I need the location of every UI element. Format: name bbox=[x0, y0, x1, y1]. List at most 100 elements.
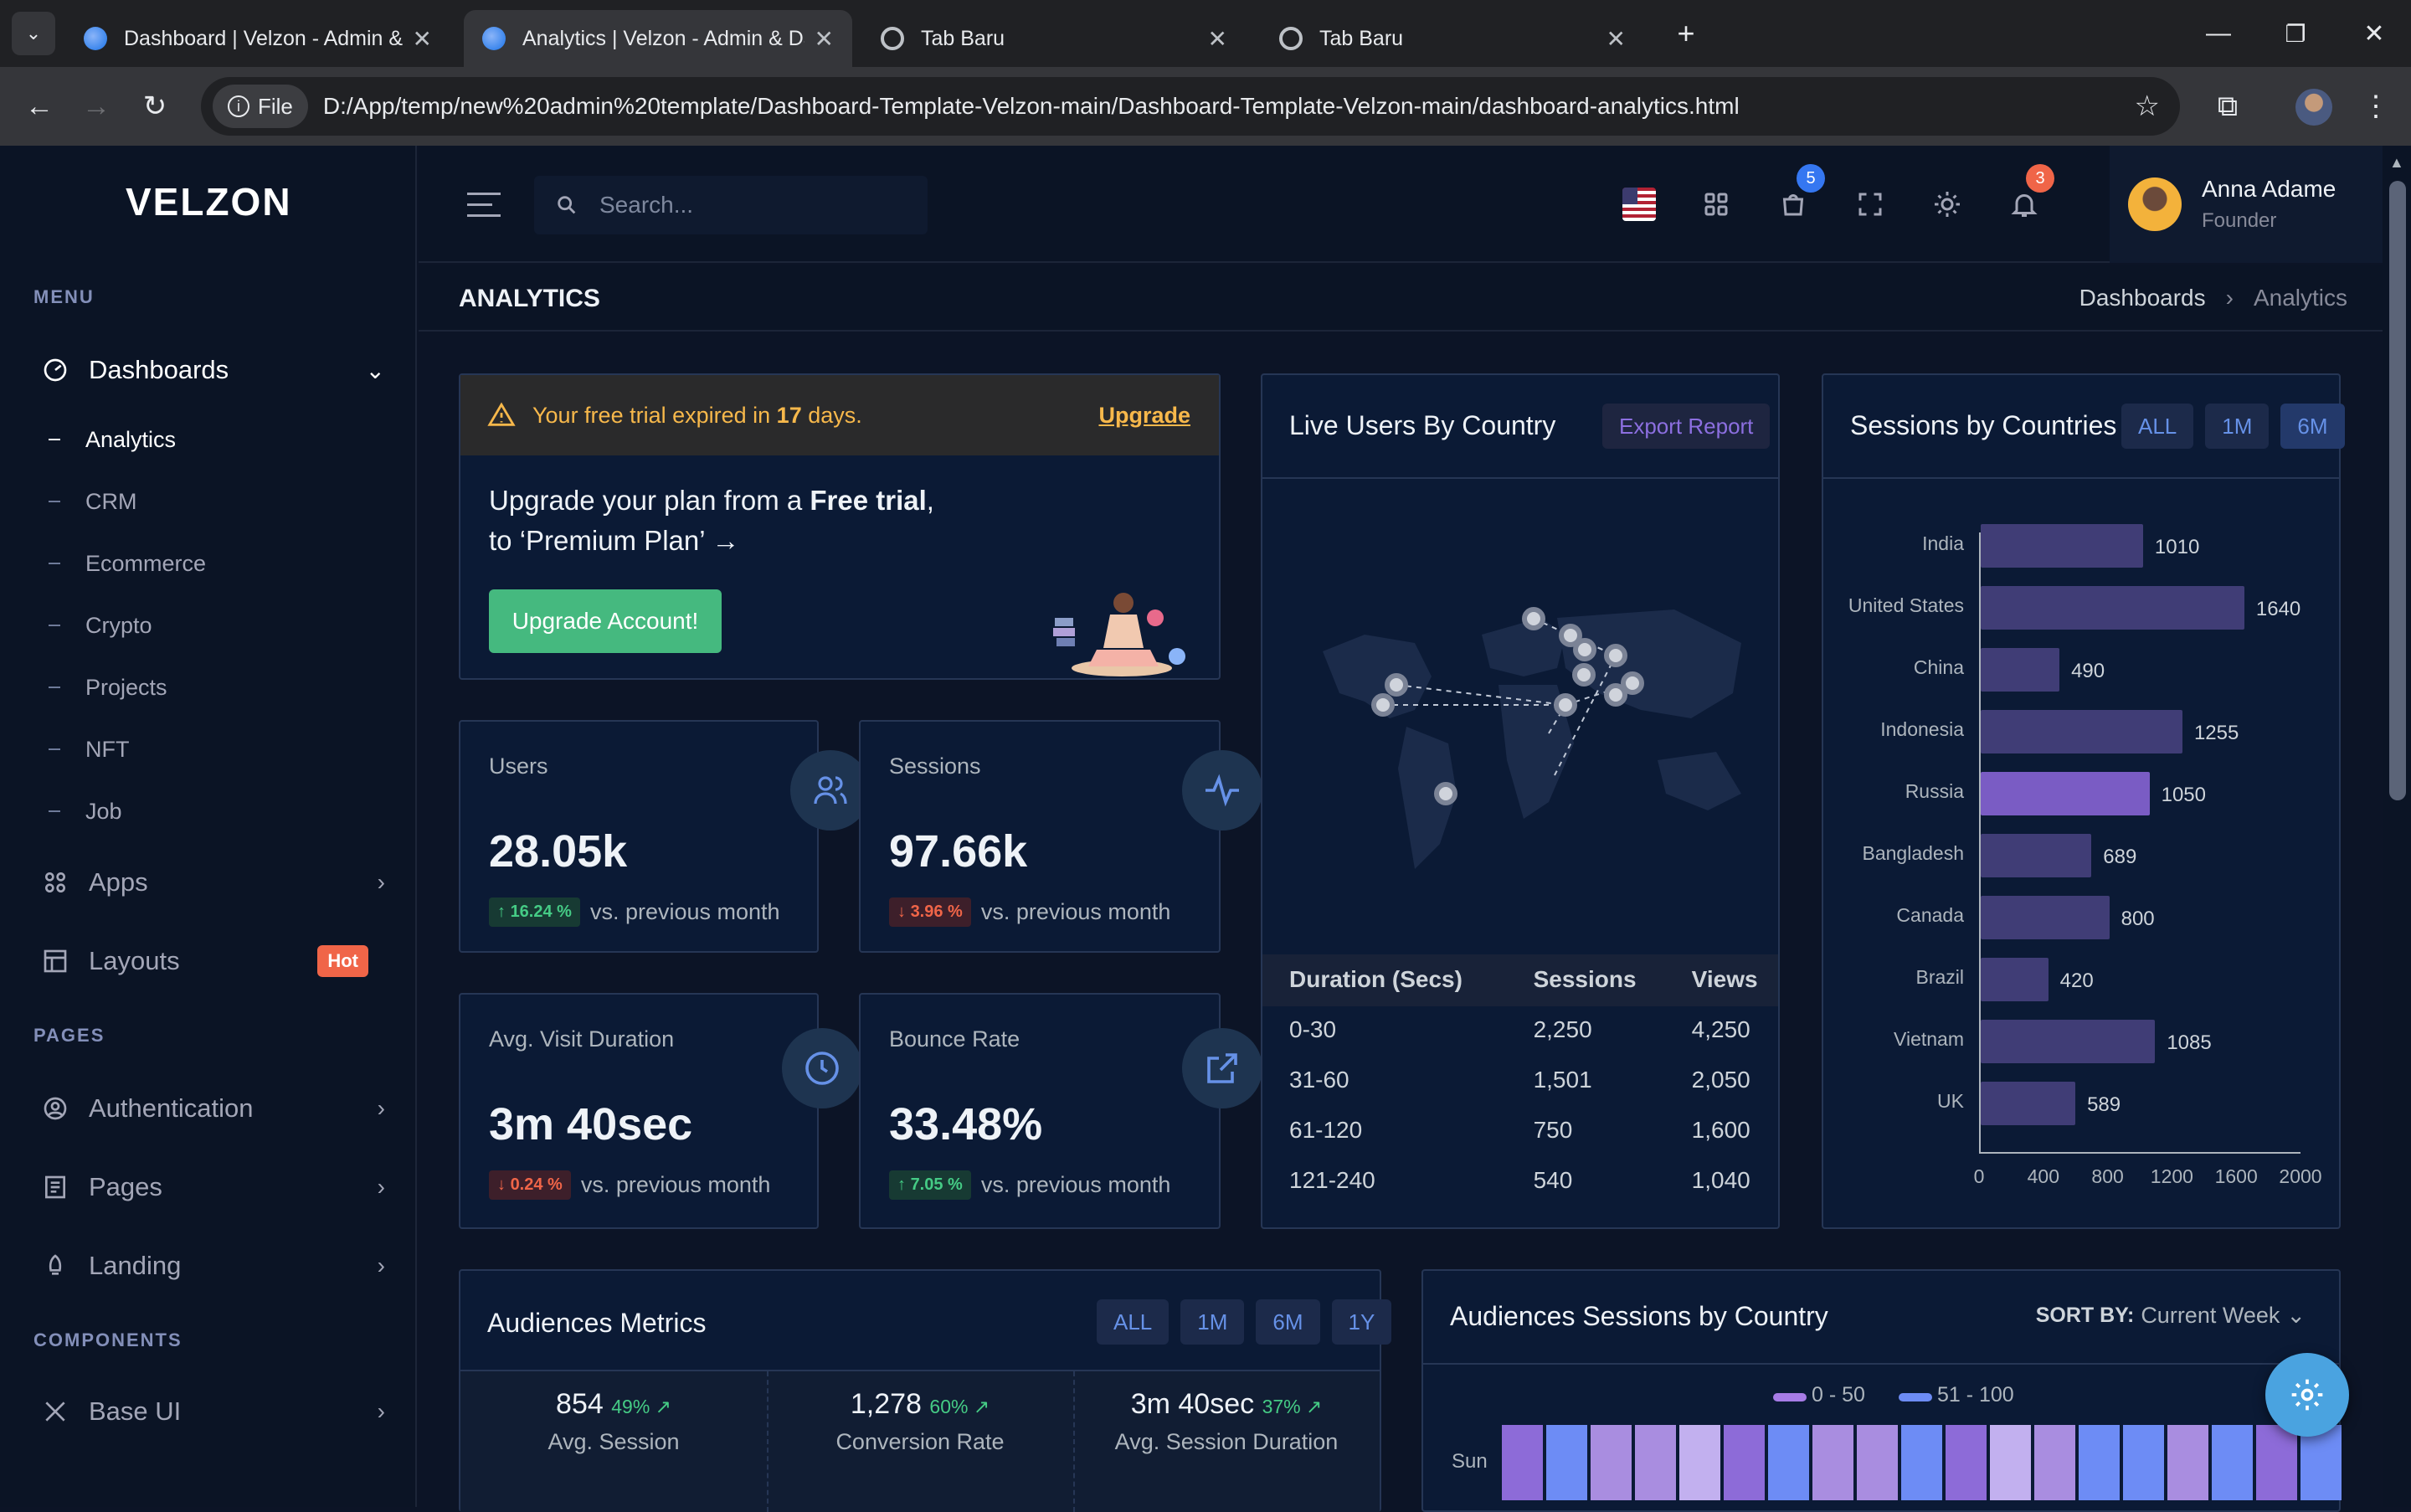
heatmap-cell[interactable] bbox=[1857, 1425, 1898, 1500]
pencil-ruler-icon bbox=[42, 1398, 69, 1425]
heatmap-cell[interactable] bbox=[1502, 1425, 1543, 1500]
velzon-logo[interactable]: VELZON bbox=[126, 179, 292, 224]
bar-data-label: 800 bbox=[2121, 908, 2155, 930]
browser-tab-dashboard[interactable]: Dashboard | Velzon - Admin & Dashboard T… bbox=[65, 10, 450, 67]
upgrade-link[interactable]: Upgrade bbox=[1098, 403, 1190, 429]
sidebar-item-dashboards[interactable]: Dashboards ⌄ bbox=[42, 345, 385, 395]
bar-canada[interactable] bbox=[1981, 896, 2110, 939]
sidebar-subitem-ecommerce[interactable]: Ecommerce bbox=[49, 543, 206, 584]
bar-vietnam[interactable] bbox=[1981, 1020, 2156, 1063]
reload-icon[interactable]: ↻ bbox=[134, 85, 176, 127]
heatmap-cell[interactable] bbox=[2123, 1425, 2164, 1500]
sidebar-item-layouts[interactable]: Layouts Hot bbox=[42, 936, 385, 986]
filter-1y-button[interactable]: 1Y bbox=[1331, 1299, 1392, 1345]
sidebar-item-authentication[interactable]: Authentication › bbox=[42, 1083, 385, 1134]
us-flag-icon[interactable] bbox=[1622, 188, 1656, 221]
filter-all-button[interactable]: ALL bbox=[1097, 1299, 1170, 1345]
heatmap-cell[interactable] bbox=[2212, 1425, 2253, 1500]
browser-tab-analytics[interactable]: Analytics | Velzon - Admin & Dashboard T… bbox=[464, 10, 852, 67]
sidebar-subitem-crypto[interactable]: Crypto bbox=[49, 604, 152, 646]
sidebar-subitem-job[interactable]: Job bbox=[49, 790, 122, 832]
filter-1m-button[interactable]: 1M bbox=[1180, 1299, 1245, 1345]
close-tab-icon[interactable]: ✕ bbox=[413, 25, 432, 53]
x-tick-label: 1600 bbox=[2214, 1165, 2258, 1187]
export-report-button[interactable]: Export Report bbox=[1602, 404, 1771, 449]
bar-united-states[interactable] bbox=[1981, 586, 2244, 630]
bar-china[interactable] bbox=[1981, 648, 2060, 692]
heatmap-cell[interactable] bbox=[2034, 1425, 2075, 1500]
breadcrumb-dashboards[interactable]: Dashboards bbox=[2079, 285, 2206, 311]
search-input[interactable]: Search... bbox=[599, 192, 693, 219]
filter-6m-button[interactable]: 6M bbox=[1256, 1299, 1320, 1345]
bar-data-label: 420 bbox=[2059, 969, 2094, 992]
apps-grid-icon[interactable] bbox=[1698, 186, 1735, 223]
profile-avatar[interactable] bbox=[2295, 89, 2332, 126]
bar-india[interactable] bbox=[1981, 524, 2143, 568]
close-tab-icon[interactable]: ✕ bbox=[1606, 25, 1626, 53]
scrollbar-thumb[interactable] bbox=[2389, 181, 2406, 800]
sidebar-subitem-analytics[interactable]: Analytics bbox=[49, 419, 176, 460]
heatmap-cell[interactable] bbox=[1990, 1425, 2031, 1500]
bookmark-star-icon[interactable]: ☆ bbox=[2135, 90, 2160, 123]
change-badge-down: ↓ 0.24 % bbox=[489, 1170, 571, 1200]
site-info-chip[interactable]: i File bbox=[213, 85, 308, 128]
sidebar-item-pages[interactable]: Pages › bbox=[42, 1162, 385, 1212]
heatmap-legend: 0 - 50 51 - 100 bbox=[1773, 1383, 2014, 1407]
new-tab-icon[interactable]: + bbox=[1668, 15, 1704, 52]
user-profile[interactable]: Anna Adame Founder bbox=[2110, 146, 2383, 263]
upgrade-account-button[interactable]: Upgrade Account! bbox=[489, 589, 722, 653]
bar-indonesia[interactable] bbox=[1981, 710, 2182, 753]
heatmap-cell[interactable] bbox=[2167, 1425, 2208, 1500]
theme-sun-icon[interactable] bbox=[1929, 186, 1966, 223]
sidebar-subitem-crm[interactable]: CRM bbox=[49, 481, 137, 522]
customizer-settings-button[interactable] bbox=[2265, 1353, 2349, 1437]
forward-icon[interactable]: → bbox=[75, 85, 117, 127]
sidebar-item-landing[interactable]: Landing › bbox=[42, 1241, 385, 1291]
bar-data-label: 1010 bbox=[2154, 536, 2200, 558]
bar-russia[interactable] bbox=[1981, 772, 2150, 815]
restore-icon[interactable]: ❐ bbox=[2270, 17, 2321, 50]
heatmap-cell[interactable] bbox=[1635, 1425, 1676, 1500]
hamburger-icon[interactable] bbox=[467, 193, 501, 218]
sidebar-subitem-projects[interactable]: Projects bbox=[49, 666, 167, 708]
rocket-icon bbox=[42, 1252, 69, 1279]
heatmap-cell[interactable] bbox=[1946, 1425, 1987, 1500]
address-bar[interactable]: i File D:/App/temp/new%20admin%20templat… bbox=[201, 77, 2180, 136]
heatmap-cell[interactable] bbox=[1901, 1425, 1942, 1500]
fullscreen-icon[interactable] bbox=[1852, 186, 1889, 223]
heatmap-cell[interactable] bbox=[1812, 1425, 1853, 1500]
heatmap-cell[interactable] bbox=[2079, 1425, 2120, 1500]
minimize-icon[interactable]: — bbox=[2193, 17, 2244, 50]
heatmap-cell[interactable] bbox=[2256, 1425, 2297, 1500]
search-box[interactable]: Search... bbox=[534, 176, 928, 234]
close-tab-icon[interactable]: ✕ bbox=[1208, 25, 1227, 53]
bar-brazil[interactable] bbox=[1981, 958, 2049, 1001]
scrollbar-up-arrow[interactable]: ▲ bbox=[2389, 154, 2404, 172]
external-link-icon bbox=[1182, 1028, 1262, 1108]
heatmap-cell[interactable] bbox=[1679, 1425, 1720, 1500]
chrome-menu-icon[interactable]: ⋮ bbox=[2359, 85, 2393, 127]
close-tab-icon[interactable]: ✕ bbox=[815, 25, 834, 53]
pages-icon bbox=[42, 1174, 69, 1201]
close-window-icon[interactable]: ✕ bbox=[2349, 17, 2399, 50]
bar-data-label: 490 bbox=[2071, 660, 2105, 682]
heatmap-cell[interactable] bbox=[1724, 1425, 1765, 1500]
sidebar-item-apps[interactable]: Apps › bbox=[42, 857, 385, 908]
url-text[interactable]: D:/App/temp/new%20admin%20template/Dashb… bbox=[323, 93, 1740, 120]
tab-search-icon[interactable]: ⌄ bbox=[12, 12, 55, 55]
sidebar-item-base-ui[interactable]: Base UI › bbox=[42, 1386, 385, 1437]
bar-bangladesh[interactable] bbox=[1981, 834, 2092, 877]
legend-item: 51 - 100 bbox=[1898, 1383, 2014, 1407]
back-icon[interactable]: ← bbox=[18, 85, 60, 127]
audiences-sessions-title: Audiences Sessions by Country bbox=[1450, 1301, 1828, 1331]
browser-tab-new-2[interactable]: Tab Baru ✕ bbox=[1261, 10, 1644, 67]
page-scrollbar[interactable]: ▲ bbox=[2383, 146, 2411, 1507]
heatmap-cell[interactable] bbox=[1768, 1425, 1809, 1500]
heatmap-cell[interactable] bbox=[1591, 1425, 1632, 1500]
sidebar-subitem-nft[interactable]: NFT bbox=[49, 728, 129, 770]
browser-tab-new-1[interactable]: Tab Baru ✕ bbox=[862, 10, 1246, 67]
extensions-icon[interactable]: ⧉ bbox=[2207, 85, 2249, 127]
sort-dropdown[interactable]: SORT BY: Current Week ⌄ bbox=[2036, 1303, 2306, 1329]
heatmap-cell[interactable] bbox=[1546, 1425, 1587, 1500]
bar-uk[interactable] bbox=[1981, 1082, 2076, 1125]
